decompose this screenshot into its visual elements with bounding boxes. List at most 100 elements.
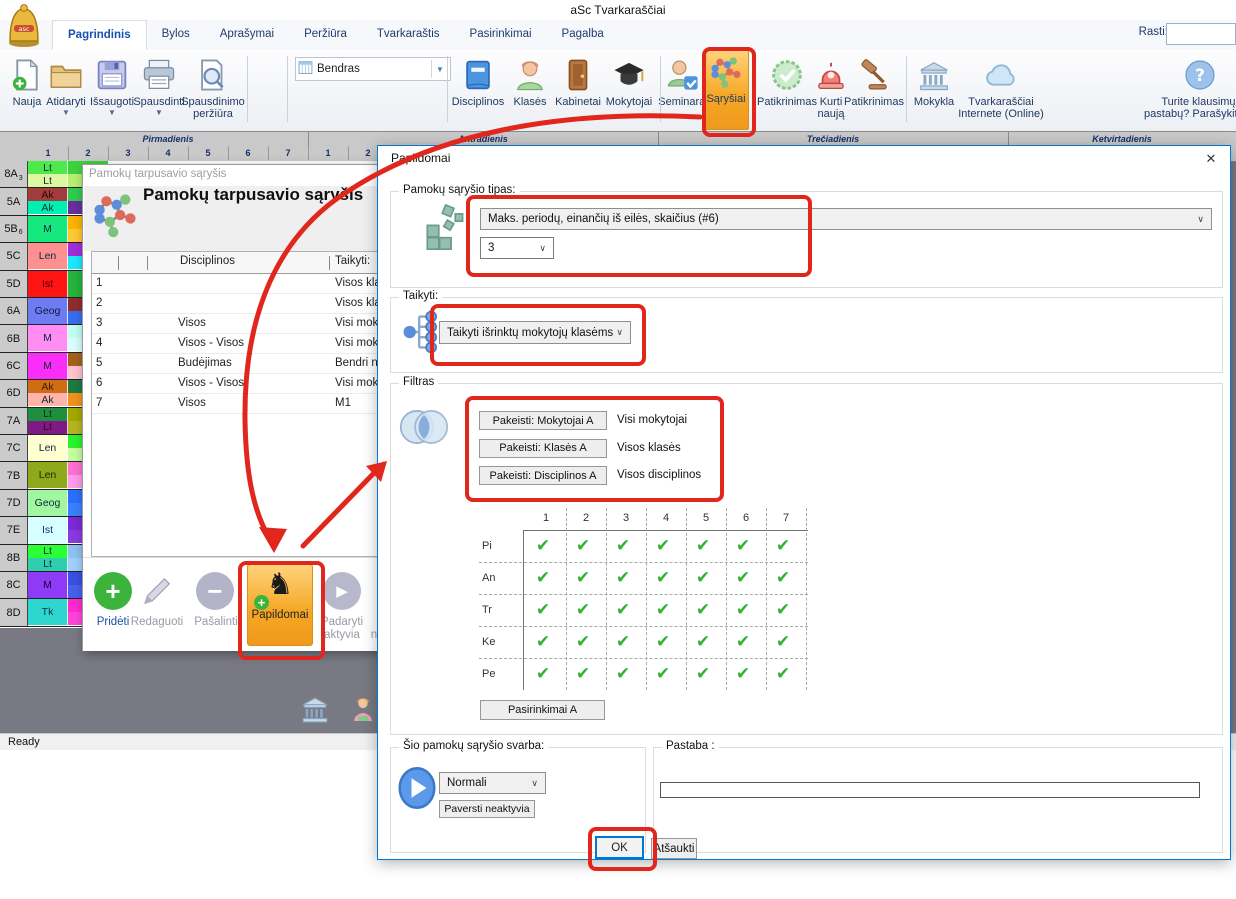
klases-button[interactable]: Klasės <box>510 54 550 108</box>
matrix-check-Pe-4[interactable]: ✔ <box>643 658 683 690</box>
row-number: 1 <box>96 277 102 289</box>
matrix-check-Pi-7[interactable]: ✔ <box>763 530 803 562</box>
lesson-cell[interactable]: Ak <box>28 188 68 201</box>
matrix-check-An-4[interactable]: ✔ <box>643 562 683 594</box>
matrix-check-Pi-6[interactable]: ✔ <box>723 530 763 562</box>
matrix-check-Pe-2[interactable]: ✔ <box>563 658 603 690</box>
matrix-check-Pi-3[interactable]: ✔ <box>603 530 643 562</box>
disciplinos-button[interactable]: Disciplinos <box>449 54 507 108</box>
lesson-cell[interactable]: M <box>28 325 68 351</box>
atidaryti-button[interactable]: Atidaryti▼ <box>43 54 89 117</box>
tab-peržiūra[interactable]: Peržiūra <box>289 20 362 50</box>
remove-button[interactable]: − <box>196 572 234 610</box>
make-inactive-button[interactable]: Paversti neaktyvia <box>439 800 535 818</box>
matrix-check-Pi-5[interactable]: ✔ <box>683 530 723 562</box>
matrix-check-Tr-2[interactable]: ✔ <box>563 594 603 626</box>
lesson-cell[interactable]: Lt <box>28 558 68 571</box>
edit-button-label: Redaguoti <box>127 616 187 628</box>
matrix-check-Pi-2[interactable]: ✔ <box>563 530 603 562</box>
matrix-check-Ke-7[interactable]: ✔ <box>763 626 803 658</box>
lesson-cell[interactable]: Ak <box>28 393 68 406</box>
matrix-check-Tr-1[interactable]: ✔ <box>523 594 563 626</box>
lesson-cell[interactable]: Len <box>28 462 68 488</box>
lesson-cell[interactable]: Lt <box>28 408 68 421</box>
button-label: Seminarai <box>658 96 708 108</box>
edit-pencil-icon[interactable] <box>139 574 173 611</box>
lesson-cell[interactable]: Lt <box>28 421 68 434</box>
note-input[interactable] <box>660 782 1200 798</box>
lesson-cell[interactable]: Lt <box>28 161 68 174</box>
matrix-check-Ke-5[interactable]: ✔ <box>683 626 723 658</box>
question-circle-icon: ? <box>1138 54 1236 96</box>
matrix-check-An-3[interactable]: ✔ <box>603 562 643 594</box>
matrix-check-An-6[interactable]: ✔ <box>723 562 763 594</box>
lesson-cell[interactable]: Geog <box>28 298 68 324</box>
tab-aprašymai[interactable]: Aprašymai <box>205 20 289 50</box>
tab-pagalba[interactable]: Pagalba <box>547 20 619 50</box>
class-label: 7D <box>0 490 28 516</box>
matrix-check-An-5[interactable]: ✔ <box>683 562 723 594</box>
matrix-check-Tr-7[interactable]: ✔ <box>763 594 803 626</box>
asc-logo-icon[interactable]: asc <box>2 1 46 51</box>
lesson-cell[interactable]: Lt <box>28 174 68 187</box>
nauja-button[interactable]: Nauja <box>7 54 47 108</box>
importance-combo[interactable]: Normali ∨ <box>439 772 546 794</box>
lesson-cell[interactable]: Lt <box>28 545 68 558</box>
mokykla-button[interactable]: Mokykla <box>910 54 958 108</box>
matrix-check-Pi-1[interactable]: ✔ <box>523 530 563 562</box>
online-button[interactable]: TvarkaraščiaiInternete (Online) <box>955 54 1047 120</box>
lesson-cell[interactable]: Ist <box>28 517 68 543</box>
matrix-check-Pe-3[interactable]: ✔ <box>603 658 643 690</box>
close-icon[interactable]: ✕ <box>1202 150 1220 168</box>
matrix-check-Ke-2[interactable]: ✔ <box>563 626 603 658</box>
lesson-cell[interactable]: Ak <box>28 201 68 214</box>
matrix-check-Ke-6[interactable]: ✔ <box>723 626 763 658</box>
lesson-cell[interactable]: Geog <box>28 490 68 516</box>
spausdinimo-perziura-button[interactable]: Spausdinimoperžiūra <box>180 54 246 120</box>
lesson-cell[interactable]: Ak <box>28 380 68 393</box>
matrix-check-Tr-6[interactable]: ✔ <box>723 594 763 626</box>
matrix-check-Ke-4[interactable]: ✔ <box>643 626 683 658</box>
tab-pagrindinis[interactable]: Pagrindinis <box>52 20 147 50</box>
seminarai-button[interactable]: Seminarai <box>658 54 708 108</box>
matrix-check-Pe-5[interactable]: ✔ <box>683 658 723 690</box>
matrix-check-Pe-1[interactable]: ✔ <box>523 658 563 690</box>
mokytojai-button[interactable]: Mokytojai <box>601 54 657 108</box>
cancel-button[interactable]: Atšaukti <box>651 838 697 859</box>
button-label: Turite klausimų, <box>1138 96 1236 108</box>
lesson-cell[interactable]: Len <box>28 435 68 461</box>
patikrinimas-button[interactable]: Patikrinimas <box>755 54 819 108</box>
lesson-cell[interactable]: Tk <box>28 599 68 625</box>
add-button[interactable]: + <box>94 572 132 610</box>
tab-bylos[interactable]: Bylos <box>147 20 205 50</box>
matrix-check-Tr-3[interactable]: ✔ <box>603 594 643 626</box>
make-active-button[interactable]: ▶ <box>323 572 361 610</box>
lesson-cell[interactable]: M <box>28 216 68 242</box>
matrix-check-Ke-1[interactable]: ✔ <box>523 626 563 658</box>
button-label: Išsaugoti <box>88 96 136 108</box>
matrix-check-An-1[interactable]: ✔ <box>523 562 563 594</box>
matrix-check-An-7[interactable]: ✔ <box>763 562 803 594</box>
issaugoti-button[interactable]: Išsaugoti▼ <box>88 54 136 117</box>
matrix-check-Tr-5[interactable]: ✔ <box>683 594 723 626</box>
matrix-check-Tr-4[interactable]: ✔ <box>643 594 683 626</box>
help-button[interactable]: ?Turite klausimų,pastabų? Parašykite m <box>1138 54 1236 120</box>
tab-pasirinkimai[interactable]: Pasirinkimai <box>455 20 547 50</box>
matrix-check-Pi-4[interactable]: ✔ <box>643 530 683 562</box>
row-number: 6 <box>96 377 102 389</box>
lesson-cell[interactable]: M <box>28 353 68 379</box>
find-input[interactable] <box>1166 23 1236 45</box>
lesson-cell[interactable]: Len <box>28 243 68 269</box>
spausdinti-button[interactable]: Spausdinti▼ <box>132 54 186 117</box>
lesson-cell[interactable]: Ist <box>28 271 68 297</box>
tab-tvarkaraštis[interactable]: Tvarkaraštis <box>362 20 455 50</box>
matrix-check-Ke-3[interactable]: ✔ <box>603 626 643 658</box>
lesson-cell[interactable]: M <box>28 572 68 598</box>
matrix-check-Pe-6[interactable]: ✔ <box>723 658 763 690</box>
view-selector-combo[interactable]: Bendras ▼ <box>295 57 451 81</box>
matrix-check-An-2[interactable]: ✔ <box>563 562 603 594</box>
patikrinimas-2-button[interactable]: Patikrinimas <box>842 54 906 108</box>
kabinetai-button[interactable]: Kabinetai <box>552 54 604 108</box>
matrix-check-Pe-7[interactable]: ✔ <box>763 658 803 690</box>
options-a-button[interactable]: Pasirinkimai A <box>480 700 605 720</box>
